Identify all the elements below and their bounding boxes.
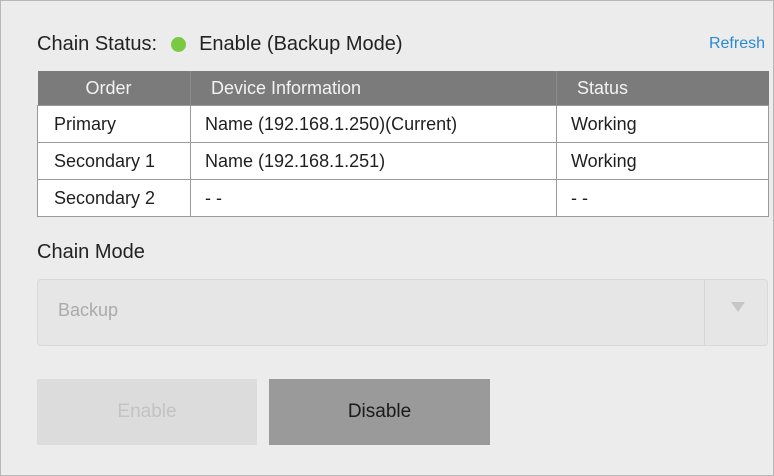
- cell-order: Primary: [37, 105, 191, 143]
- enable-button[interactable]: Enable: [37, 379, 257, 445]
- cell-status: Working: [556, 142, 769, 180]
- cell-order: Secondary 2: [37, 179, 191, 217]
- chain-mode-label: Chain Mode: [37, 241, 145, 263]
- chain-status-row: Chain Status: Enable (Backup Mode): [37, 27, 403, 61]
- chain-mode-select[interactable]: Backup: [37, 279, 768, 346]
- chain-status-label: Chain Status:: [37, 32, 158, 55]
- cell-device-information: Name (192.168.1.250)(Current): [190, 105, 557, 143]
- chain-mode-selected-value: Backup: [58, 300, 119, 320]
- column-header-status: Status: [556, 71, 769, 106]
- table-header-row: Order Device Information Status: [37, 71, 769, 106]
- column-header-device-information: Device Information: [190, 71, 557, 106]
- column-header-order: Order: [37, 71, 191, 106]
- disable-button[interactable]: Disable: [269, 379, 490, 445]
- chevron-down-icon[interactable]: [731, 302, 745, 312]
- chain-devices-table: Order Device Information Status Primary …: [37, 71, 769, 217]
- refresh-link[interactable]: Refresh: [709, 35, 765, 53]
- cell-status: Working: [556, 105, 769, 143]
- table-row: Primary Name (192.168.1.250)(Current) Wo…: [37, 105, 769, 143]
- table-row: Secondary 2 - - - -: [37, 179, 769, 217]
- table-row: Secondary 1 Name (192.168.1.251) Working: [37, 142, 769, 180]
- cell-device-information: - -: [190, 179, 557, 217]
- chain-panel: Chain Status: Enable (Backup Mode) Refre…: [0, 0, 774, 476]
- cell-device-information: Name (192.168.1.251): [190, 142, 557, 180]
- status-indicator-dot: [171, 36, 187, 52]
- cell-status: - -: [556, 179, 769, 217]
- select-divider: [704, 280, 705, 345]
- cell-order: Secondary 1: [37, 142, 191, 180]
- chain-status-value: Enable (Backup Mode): [199, 32, 403, 55]
